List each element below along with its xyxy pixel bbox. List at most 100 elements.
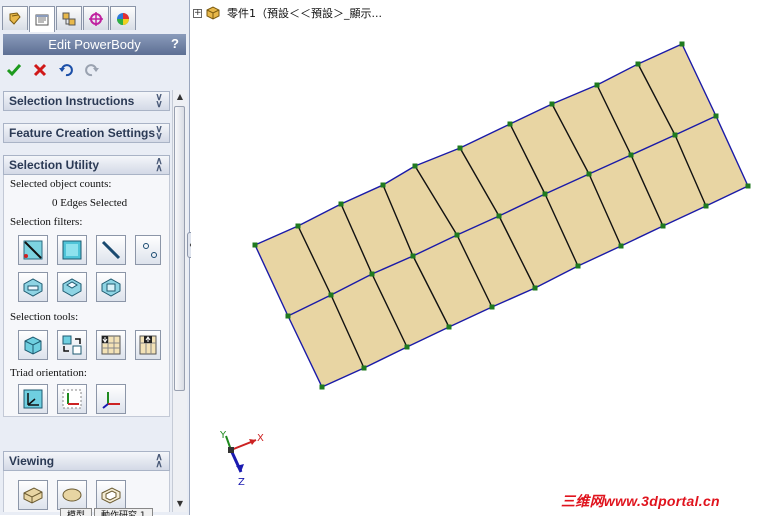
tab-property-manager[interactable] — [29, 6, 55, 32]
scrollbar-thumb[interactable] — [174, 106, 185, 391]
redo-icon — [85, 64, 99, 77]
view-box-button[interactable] — [18, 480, 48, 510]
mesh-vertex[interactable] — [252, 242, 258, 248]
bottom-tab-bar: 模型 動作研究 1 — [60, 508, 153, 516]
transparent-view-icon — [101, 487, 121, 504]
mesh-vertex[interactable] — [575, 263, 581, 269]
mesh-vertex[interactable] — [361, 365, 367, 371]
undo-button[interactable] — [57, 61, 75, 79]
cancel-x-icon — [33, 63, 47, 77]
mesh-vertex[interactable] — [586, 171, 592, 177]
feature-manager-icon — [9, 11, 21, 25]
triad-local-icon — [62, 389, 82, 409]
mesh-vertex[interactable] — [285, 313, 291, 319]
manager-tabs — [2, 6, 136, 32]
graphics-viewport[interactable]: + 零件1（預設＜＜預設＞_顯示... X Y Z 三维网www.3dporta… — [191, 0, 782, 515]
mesh-vertex[interactable] — [454, 232, 460, 238]
tab-feature-manager[interactable] — [2, 6, 28, 30]
mesh-vertex[interactable] — [594, 82, 600, 88]
group-selection-instructions[interactable]: Selection Instructions ∨ ∨ — [3, 91, 170, 111]
filter-body-2-button[interactable] — [57, 272, 87, 302]
ok-check-icon — [6, 64, 22, 77]
scroll-down-arrow-icon[interactable]: ▼ — [173, 497, 187, 511]
mesh-vertex[interactable] — [660, 223, 666, 229]
cancel-button[interactable] — [31, 61, 49, 79]
configuration-manager-icon — [62, 12, 76, 25]
group-viewing[interactable]: Viewing ∧ ∧ — [3, 451, 170, 471]
panel-scroll-area: Selection Instructions ∨ ∨ Feature Creati… — [3, 90, 170, 512]
filter-face-button[interactable] — [57, 235, 87, 265]
mesh-vertex[interactable] — [628, 152, 634, 158]
mesh-vertex[interactable] — [507, 121, 513, 127]
mesh-vertex[interactable] — [446, 324, 452, 330]
view-ellipse-button[interactable] — [57, 480, 87, 510]
view-transparent-button[interactable] — [96, 480, 126, 510]
mesh-vertex[interactable] — [635, 61, 641, 67]
mesh-vertex[interactable] — [338, 201, 344, 207]
chevron-down-icon[interactable]: ∨ ∨ — [153, 93, 165, 110]
mesh-vertex[interactable] — [532, 285, 538, 291]
tab-configuration-manager[interactable] — [56, 6, 82, 30]
selection-utility-body: Selected object counts: 0 Edges Selected… — [3, 175, 170, 417]
triad-local-button[interactable] — [57, 384, 87, 414]
ellipse-view-icon — [62, 488, 82, 502]
group-title: Feature Creation Settings — [9, 126, 156, 140]
mesh-vertex[interactable] — [410, 253, 416, 259]
mesh-vertex[interactable] — [542, 191, 548, 197]
filter-line-button[interactable] — [96, 235, 126, 265]
chevron-up-icon[interactable]: ∧ ∧ — [153, 453, 165, 470]
axis-z-label: Z — [238, 477, 245, 488]
mesh-vertex[interactable] — [745, 183, 751, 189]
tab-dimxpert[interactable] — [83, 6, 109, 30]
triad-view-button[interactable] — [18, 384, 48, 414]
mesh-vertex[interactable] — [703, 203, 709, 209]
triad-orientation-label: Triad orientation: — [10, 367, 87, 379]
mesh-vertex[interactable] — [295, 223, 301, 229]
vertex-filter-icon — [143, 243, 157, 258]
mesh-vertex[interactable] — [412, 163, 418, 169]
mesh-vertex[interactable] — [679, 41, 685, 47]
mesh-vertex[interactable] — [457, 145, 463, 151]
panel-scrollbar[interactable]: ▲ ▼ — [172, 90, 187, 512]
redo-button[interactable] — [83, 61, 101, 79]
mesh-vertex[interactable] — [319, 384, 325, 390]
scroll-up-arrow-icon[interactable]: ▲ — [173, 90, 187, 104]
mesh-vertex[interactable] — [369, 271, 375, 277]
mesh-vertex[interactable] — [489, 304, 495, 310]
triad-global-button[interactable] — [96, 384, 126, 414]
tool-select-up-button[interactable] — [135, 330, 161, 360]
property-manager-icon — [35, 14, 49, 25]
viewing-body — [3, 471, 170, 512]
face-filter-icon — [62, 240, 82, 260]
mesh-vertex[interactable] — [713, 113, 719, 119]
group-selection-utility[interactable]: Selection Utility ∧ ∧ — [3, 155, 170, 175]
panel-title: Edit PowerBody — [48, 37, 141, 52]
mesh-vertex[interactable] — [672, 132, 678, 138]
mesh-vertex[interactable] — [380, 182, 386, 188]
group-feature-creation-settings[interactable]: Feature Creation Settings ∨ ∨ — [3, 123, 170, 143]
filter-body-1-button[interactable] — [18, 272, 48, 302]
tool-select-down-button[interactable] — [96, 330, 126, 360]
panel-action-bar — [5, 60, 101, 80]
box-view-icon — [23, 487, 43, 504]
mesh-vertex[interactable] — [618, 243, 624, 249]
help-button[interactable]: ? — [168, 36, 182, 52]
mesh-vertex[interactable] — [404, 344, 410, 350]
tab-display-manager[interactable] — [110, 6, 136, 30]
body-filter-3-icon — [101, 278, 121, 297]
mesh-vertex[interactable] — [496, 213, 502, 219]
tool-select-body-button[interactable] — [18, 330, 48, 360]
ok-button[interactable] — [5, 61, 23, 79]
mesh-vertex[interactable] — [549, 101, 555, 107]
chevron-down-icon[interactable]: ∨ ∨ — [153, 125, 165, 142]
undo-icon — [59, 64, 73, 77]
filter-edge-button[interactable] — [18, 235, 48, 265]
chevron-up-icon[interactable]: ∧ ∧ — [153, 157, 165, 174]
mesh-vertex[interactable] — [328, 292, 334, 298]
filter-body-3-button[interactable] — [96, 272, 126, 302]
filter-vertex-button[interactable] — [135, 235, 161, 265]
triad-global-icon — [102, 392, 120, 409]
tool-swap-select-button[interactable] — [57, 330, 87, 360]
triad-origin — [228, 447, 234, 453]
selected-counts-value: 0 Edges Selected — [52, 197, 128, 209]
